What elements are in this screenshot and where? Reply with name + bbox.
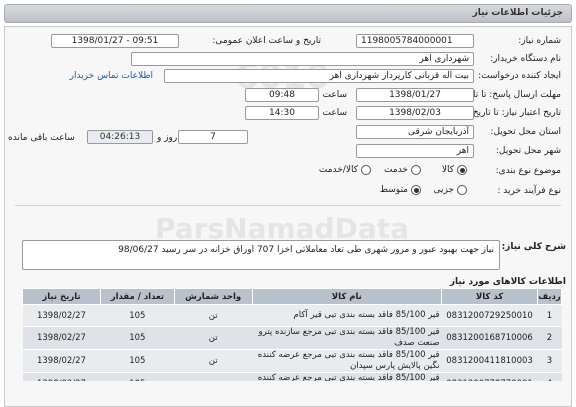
cell-qty: 105 (100, 372, 175, 381)
col-code: کد کالا (441, 288, 539, 305)
goods-section-title: اطلاعات کالاهای مورد نیاز (449, 277, 566, 287)
announce-datetime-field: 1398/01/27 - 09:51 (51, 34, 179, 48)
send-deadline-time-field: 09:48 (245, 88, 319, 102)
col-date: تاریخ نیاز (22, 288, 101, 305)
cell-date: 1398/02/27 (22, 349, 101, 373)
remaining-label: ساعت باقی مانده (8, 133, 75, 143)
goods-table: ردیف کد کالا نام کالا واحد شمارش تعداد /… (22, 288, 562, 381)
col-qty: تعداد / مقدار (99, 288, 175, 305)
remaining-time-field: 04:26:13 (87, 130, 153, 144)
buyer-name-label: نام دستگاه خریدار: (490, 54, 561, 64)
radio-icon (411, 165, 421, 175)
process-label: نوع فرآیند خرید : (497, 186, 561, 196)
col-name: نام کالا (251, 288, 443, 305)
cell-code: 0831200778770001 (441, 372, 538, 381)
category-option-both[interactable]: کالا/خدمت (319, 165, 371, 175)
need-desc-label: شرح کلی نیاز: (501, 242, 566, 252)
cell-unit: تن (174, 349, 253, 373)
cell-row: 2 (537, 326, 562, 350)
col-row: ردیف (537, 288, 562, 305)
cell-qty: 105 (100, 326, 175, 350)
cell-unit: تن (174, 304, 253, 327)
cell-name: قیر 85/100 فاقد بسته بندی تبی مرجع عرضه … (252, 349, 442, 373)
col-unit: واحد شمارش (173, 288, 253, 305)
process-option-medium[interactable]: متوسط (380, 185, 421, 195)
radio-icon (361, 165, 371, 175)
page-title: جزئیات اطلاعات نیاز (4, 4, 572, 23)
cell-unit: تن (174, 372, 253, 381)
radio-icon (411, 185, 421, 195)
need-number-field: 1198005784000001 (356, 34, 474, 48)
need-number-label: شماره نیاز: (518, 36, 561, 46)
cell-name: قیر 85/100 فاقد بسته بندی تبی مرجع سازند… (252, 326, 442, 350)
cell-code: 0831200411810003 (441, 349, 538, 373)
cell-qty: 105 (100, 349, 175, 373)
validity-time-label: ساعت (322, 108, 348, 118)
cell-date: 1398/02/27 (22, 304, 101, 327)
cell-row: 3 (537, 349, 562, 373)
cell-code: 0831200168710006 (441, 326, 538, 350)
category-label: موضوع نوع بندی: (495, 166, 561, 176)
send-deadline-time-label: ساعت (322, 90, 348, 100)
announce-date-label: تاریخ و ساعت اعلان عمومی: (212, 36, 321, 46)
divider (15, 205, 561, 206)
cell-name: قیر 85/100 فاقد بسته بندی تبی قیر آکام (252, 304, 442, 327)
cell-date: 1398/02/27 (22, 326, 101, 350)
need-desc-field: نیاز جهت بهبود عبور و مرور شهری طی تعاد … (22, 240, 500, 270)
table-row[interactable]: 3 0831200411810003 قیر 85/100 فاقد بسته بن… (22, 349, 562, 373)
province-label: استان محل تحویل: (490, 127, 561, 137)
cell-row: 4 (537, 372, 562, 381)
contact-info-link[interactable]: اطلاعات تماس خریدار (70, 71, 153, 81)
cell-row: 1 (537, 304, 562, 327)
validity-time-field: 14:30 (245, 106, 319, 120)
days-value-field: 7 (178, 130, 248, 144)
table-row[interactable]: 40831200778770001قیر 85/100 فاقد بسته بن… (22, 372, 562, 381)
creator-label: ایجاد کننده درخواست: (478, 71, 561, 81)
table-row[interactable]: 1 0831200729250010 قیر 85/100 فاقد بسته بن… (22, 304, 562, 327)
radio-icon (457, 185, 467, 195)
category-option-service[interactable]: خدمت (384, 165, 421, 175)
cell-qty: 105 (100, 304, 175, 327)
province-field: آذربایجان شرقی (356, 125, 474, 139)
cell-code: 0831200729250010 (441, 304, 538, 327)
cell-name: قیر 85/100 فاقد بسته بندی تبی مرجع عرضه … (252, 372, 442, 381)
buyer-name-field: شهرداری اهر (131, 52, 474, 66)
cell-date: 1398/02/27 (22, 372, 101, 381)
category-option-goods[interactable]: کالا (442, 165, 467, 175)
validity-label: تاریخ اعتبار نیاز: تا تاریخ: (469, 108, 561, 118)
process-option-minor[interactable]: جزیی (433, 185, 467, 195)
validity-date-field: 1398/02/03 (356, 106, 474, 120)
cell-unit: تن (174, 326, 253, 350)
city-label: شهر محل تحویل: (495, 146, 561, 156)
send-deadline-date-field: 1398/01/27 (356, 88, 474, 102)
table-row[interactable]: 2 0831200168710006 قیر 85/100 فاقد بسته بن… (22, 326, 562, 350)
creator-field: بیت اله قربانی کارپرداز شهرداری اهر (164, 69, 474, 83)
radio-icon (457, 165, 467, 175)
table-header-row: ردیف کد کالا نام کالا واحد شمارش تعداد /… (22, 288, 562, 305)
city-field: اهر (356, 144, 474, 158)
days-label: روز و (157, 133, 178, 143)
